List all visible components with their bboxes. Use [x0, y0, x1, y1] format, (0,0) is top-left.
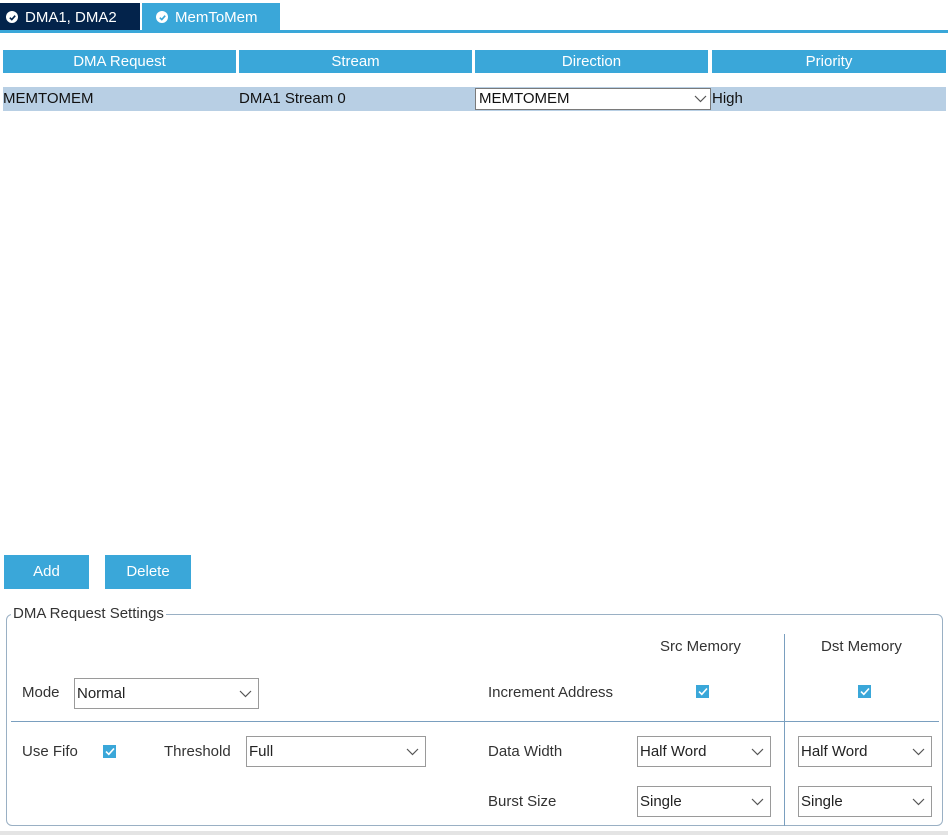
checkmark-icon: [104, 747, 115, 756]
tab-label: DMA1, DMA2: [25, 8, 117, 26]
burst-size-label: Burst Size: [488, 793, 557, 810]
src-burst-size-dropdown[interactable]: Single: [637, 786, 771, 817]
src-increment-checkbox[interactable]: [696, 685, 709, 698]
checkmark-icon: [697, 687, 708, 696]
src-memory-header: Src Memory: [660, 638, 741, 655]
chevron-down-icon: [750, 787, 764, 816]
increment-address-label: Increment Address: [488, 684, 614, 701]
tab-memtomem[interactable]: MemToMem: [142, 3, 280, 31]
table-row[interactable]: MEMTOMEM DMA1 Stream 0 MEMTOMEM High: [3, 87, 946, 111]
tab-label: MemToMem: [175, 8, 258, 26]
chevron-down-icon: [405, 737, 419, 766]
threshold-value: Full: [249, 743, 274, 760]
mode-dropdown[interactable]: Normal: [74, 678, 259, 709]
column-header-priority[interactable]: Priority: [712, 50, 946, 73]
dst-burst-size-dropdown[interactable]: Single: [798, 786, 932, 817]
dma-table-header: DMA Request Stream Direction Priority: [3, 50, 946, 73]
column-header-direction[interactable]: Direction: [475, 50, 708, 73]
dst-burst-size-value: Single: [801, 793, 843, 810]
add-button[interactable]: Add: [4, 555, 89, 589]
data-width-label: Data Width: [488, 743, 563, 760]
tab-bar: DMA1, DMA2 MemToMem: [0, 0, 948, 34]
settings-divider-vertical: [784, 634, 785, 826]
mode-label: Mode: [22, 684, 60, 701]
chevron-down-icon: [693, 89, 707, 109]
chevron-down-icon: [911, 787, 925, 816]
cell-stream: DMA1 Stream 0: [239, 90, 346, 107]
bottom-border: [0, 831, 948, 835]
delete-button[interactable]: Delete: [105, 555, 191, 589]
column-header-dma-request[interactable]: DMA Request: [3, 50, 236, 73]
mode-value: Normal: [77, 685, 126, 702]
tab-underline: [0, 30, 948, 33]
threshold-dropdown[interactable]: Full: [246, 736, 426, 767]
tab-dma1-dma2[interactable]: DMA1, DMA2: [0, 3, 140, 31]
src-data-width-value: Half Word: [640, 743, 707, 760]
dst-memory-header: Dst Memory: [821, 638, 902, 655]
chevron-down-icon: [911, 737, 925, 766]
use-fifo-label: Use Fifo: [22, 743, 78, 760]
checkmark-icon: [859, 687, 870, 696]
src-burst-size-value: Single: [640, 793, 682, 810]
dst-data-width-value: Half Word: [801, 743, 868, 760]
cell-dma-request: MEMTOMEM: [3, 90, 94, 107]
check-circle-icon: [6, 11, 18, 23]
dst-increment-checkbox[interactable]: [858, 685, 871, 698]
dst-data-width-dropdown[interactable]: Half Word: [798, 736, 932, 767]
src-data-width-dropdown[interactable]: Half Word: [637, 736, 771, 767]
threshold-label: Threshold: [164, 743, 231, 760]
check-circle-icon: [156, 11, 168, 23]
chevron-down-icon: [238, 679, 252, 708]
settings-legend: DMA Request Settings: [11, 605, 166, 622]
direction-dropdown[interactable]: MEMTOMEM: [475, 88, 711, 110]
settings-divider-horizontal: [11, 721, 939, 722]
cell-priority[interactable]: High: [712, 87, 743, 111]
column-header-stream[interactable]: Stream: [239, 50, 472, 73]
use-fifo-checkbox[interactable]: [103, 745, 116, 758]
direction-value: MEMTOMEM: [479, 90, 570, 107]
chevron-down-icon: [750, 737, 764, 766]
